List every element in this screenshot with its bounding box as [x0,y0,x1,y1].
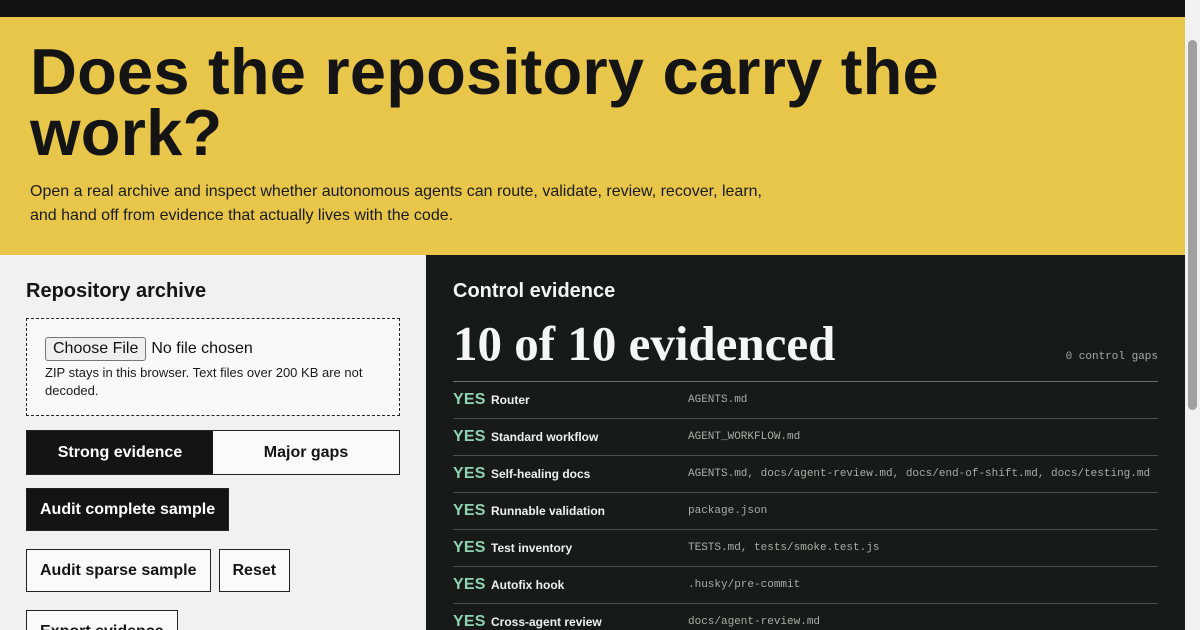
scrollbar-thumb[interactable] [1188,40,1197,410]
audit-sparse-sample-button[interactable]: Audit sparse sample [26,549,211,592]
control-name: Test inventory [491,541,573,555]
archive-dropzone[interactable]: Choose File No file chosen ZIP stays in … [26,318,400,416]
evidence-files: AGENT_WORKFLOW.md [688,431,801,443]
evidence-count: 10 of 10 evidenced [453,316,836,371]
control-name: Router [491,393,530,407]
control-name: Cross-agent review [491,615,602,629]
action-buttons: Audit complete sample Audit sparse sampl… [26,488,406,630]
file-status: No file chosen [151,339,253,357]
evidence-sample-toggle: Strong evidence Major gaps [26,430,400,475]
evidence-files: docs/agent-review.md [688,616,821,628]
evidence-row: YES Standard workflow AGENT_WORKFLOW.md [453,419,1158,456]
evidence-files: AGENTS.md, docs/agent-review.md, docs/en… [688,468,1151,480]
evidence-files: AGENTS.md [688,394,748,406]
evidence-row: YES Runnable validation package.json [453,493,1158,530]
status-badge: YES [453,539,486,556]
segment-major-gaps[interactable]: Major gaps [213,431,399,474]
evidence-row: YES Router AGENTS.md [453,382,1158,419]
control-evidence-panel: Control evidence 10 of 10 evidenced 0 co… [426,255,1185,630]
page-title: Does the repository carry the work? [30,35,939,169]
status-badge: YES [453,428,486,445]
status-badge: YES [453,576,486,593]
page-subtitle: Open a real archive and inspect whether … [30,183,762,224]
status-badge: YES [453,613,486,630]
segment-strong-evidence[interactable]: Strong evidence [27,431,213,474]
control-name: Autofix hook [491,578,565,592]
evidence-summary: 10 of 10 evidenced 0 control gaps [453,316,1158,382]
archive-heading: Repository archive [26,280,207,302]
hero-banner: Does the repository carry the work? Open… [0,17,1185,255]
control-name: Standard workflow [491,430,599,444]
control-name: Self-healing docs [491,467,591,481]
evidence-heading: Control evidence [453,280,616,302]
export-evidence-button[interactable]: Export evidence [26,610,178,630]
archive-hint: ZIP stays in this browser. Text files ov… [45,365,363,398]
evidence-files: .husky/pre-commit [688,579,801,591]
control-name: Runnable validation [491,504,606,518]
file-input[interactable]: Choose File No file chosen [45,336,381,361]
control-gaps-count: 0 control gaps [1065,351,1158,363]
status-badge: YES [453,465,486,482]
top-bar [0,0,1185,17]
status-badge: YES [453,502,486,519]
status-badge: YES [453,391,486,408]
evidence-row: YES Self-healing docs AGENTS.md, docs/ag… [453,456,1158,493]
evidence-row: YES Autofix hook .husky/pre-commit [453,567,1158,604]
choose-file-button[interactable]: Choose File [45,336,147,361]
reset-button[interactable]: Reset [218,549,291,592]
repository-archive-panel: Repository archive Choose File No file c… [0,255,426,630]
page-scrollbar[interactable] [1185,0,1200,630]
evidence-list: YES Router AGENTS.md YES Standard workfl… [453,382,1158,630]
evidence-row: YES Test inventory TESTS.md, tests/smoke… [453,530,1158,567]
audit-complete-sample-button[interactable]: Audit complete sample [26,488,230,531]
evidence-files: package.json [688,505,768,517]
evidence-files: TESTS.md, tests/smoke.test.js [688,542,880,554]
evidence-row: YES Cross-agent review docs/agent-review… [453,604,1158,630]
